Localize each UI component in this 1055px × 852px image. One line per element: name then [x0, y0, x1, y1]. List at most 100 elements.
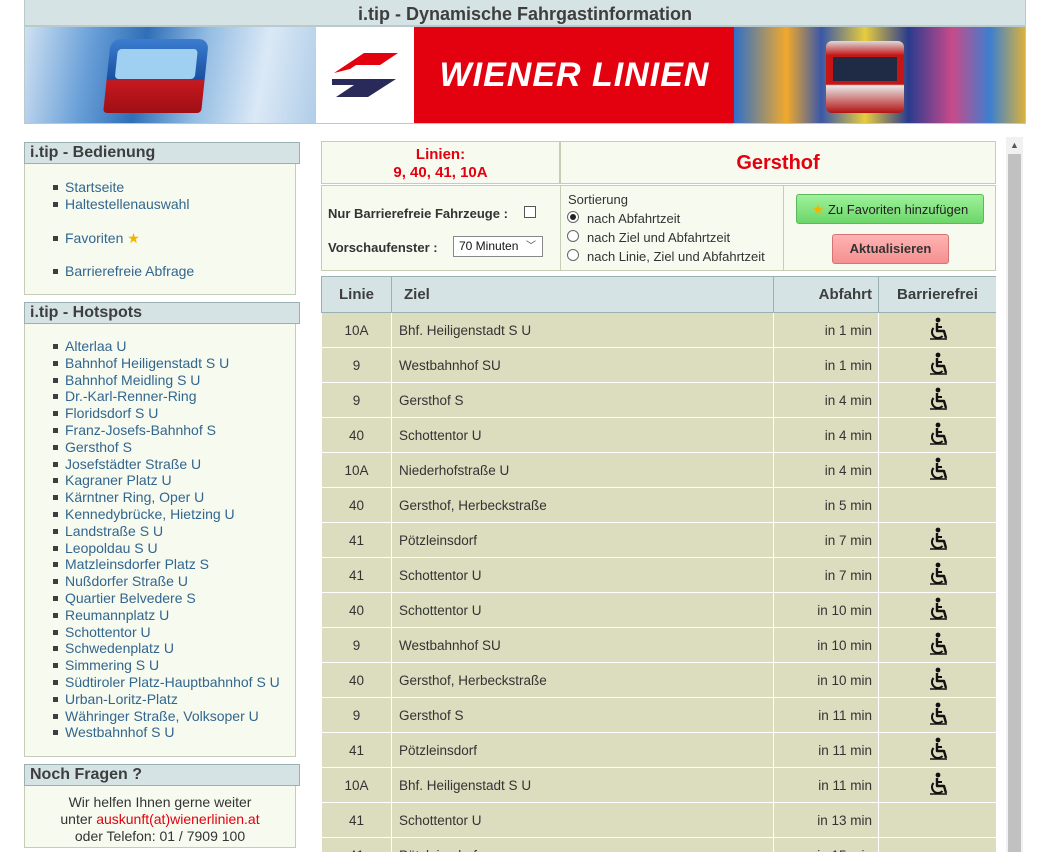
hotspot-link[interactable]: Dr.-Karl-Renner-Ring [25, 388, 295, 405]
cell-barrierefree [878, 592, 996, 628]
scroll-up-arrow-icon[interactable]: ▲ [1006, 137, 1023, 154]
nav-favoriten[interactable]: Favoriten ★ [25, 230, 295, 247]
table-row: 10A Niederhofstraße Uin 4 min [321, 452, 996, 488]
star-icon: ★ [127, 229, 140, 246]
hotspot-link[interactable]: Bahnhof Heiligenstadt S U [25, 355, 295, 372]
nav-barrierefreie-abfrage[interactable]: Barrierefreie Abfrage [25, 263, 295, 280]
cell-barrierefree [878, 487, 996, 523]
cell-line: 9 [321, 627, 392, 663]
help-line-1: Wir helfen Ihnen gerne weiter [68, 794, 252, 810]
header-ziel: Ziel [391, 276, 774, 313]
hotspot-link[interactable]: Franz-Josefs-Bahnhof S [25, 422, 295, 439]
table-row: 40 Gersthof, Herbeckstraße in 5 min [321, 487, 996, 523]
cell-destination: Pötzleinsdorf [391, 732, 774, 768]
hotspot-link[interactable]: Kennedybrücke, Hietzing U [25, 506, 295, 523]
cell-departure: in 15 min [773, 837, 879, 852]
sort-label-ziel: nach Ziel und Abfahrtzeit [587, 230, 731, 245]
add-favorite-button[interactable]: ★ Zu Favoriten hinzufügen [796, 194, 984, 224]
help-email-link[interactable]: auskunft(at)wienerlinien.at [96, 811, 259, 827]
table-row: 41Pötzleinsdorfin 15 min [321, 837, 996, 852]
cell-line: 41 [321, 837, 392, 852]
chevron-down-icon: ﹀ [526, 241, 536, 252]
cell-barrierefree [878, 522, 996, 558]
wheelchair-icon [927, 562, 949, 589]
wheelchair-icon [927, 387, 949, 414]
cell-barrierefree [878, 557, 996, 593]
cell-destination: Westbahnhof SU [391, 627, 774, 663]
nav-haltestellenauswahl[interactable]: Haltestellenauswahl [25, 196, 295, 213]
preview-select[interactable]: 70 Minuten ﹀ [453, 236, 543, 257]
table-row: 41 Schottentor Uin 13 min [321, 802, 996, 838]
star-icon: ★ [811, 201, 825, 217]
nav-startseite[interactable]: Startseite [25, 179, 295, 196]
brand-name: WIENER LINIEN [439, 56, 710, 94]
hotspot-link[interactable]: Landstraße S U [25, 523, 295, 540]
cell-line: 40 [321, 592, 392, 628]
hotspot-link[interactable]: Währinger Straße, Volksoper U [25, 708, 295, 725]
cell-destination: Schottentor U [391, 417, 774, 453]
hotspot-link[interactable]: Matzleinsdorfer Platz S [25, 556, 295, 573]
wheelchair-icon [927, 772, 949, 799]
add-favorite-label: Zu Favoriten hinzufügen [827, 202, 969, 217]
hotspot-link[interactable]: Gersthof S [25, 439, 295, 456]
cell-departure: in 10 min [773, 592, 879, 628]
hotspot-link[interactable]: Kärntner Ring, Oper U [25, 489, 295, 506]
sort-radio-linie[interactable] [567, 249, 579, 261]
lines-panel: Linien: 9, 40, 41, 10A [321, 141, 560, 184]
cell-destination: Schottentor U [391, 557, 774, 593]
sort-title: Sortierung [568, 192, 628, 207]
nav-favoriten-label: Favoriten [65, 229, 124, 246]
sort-radio-abfahrtzeit[interactable] [567, 211, 579, 223]
cell-barrierefree [878, 452, 996, 488]
hotspots-box: Alterlaa U Bahnhof Heiligenstadt S U Bahnh… [24, 324, 296, 757]
sort-radio-ziel[interactable] [567, 230, 579, 242]
cell-departure: in 10 min [773, 627, 879, 663]
hotspot-link[interactable]: Alterlaa U [25, 338, 295, 355]
hotspot-link[interactable]: Floridsdorf S U [25, 405, 295, 422]
cell-barrierefree [878, 417, 996, 453]
hotspot-link[interactable]: Schwedenplatz U [25, 640, 295, 657]
scrollbar[interactable]: ▲ [1006, 137, 1023, 852]
cell-line: 10A [321, 767, 392, 803]
cell-barrierefree [878, 837, 996, 852]
help-line-2-prefix: unter [60, 810, 93, 827]
cell-departure: in 1 min [773, 347, 879, 383]
table-row: 41 Schottentor Uin 7 min [321, 557, 996, 593]
cell-line: 9 [321, 697, 392, 733]
barrierfree-checkbox[interactable] [524, 206, 536, 218]
cell-departure: in 4 min [773, 417, 879, 453]
cell-destination: Schottentor U [391, 592, 774, 628]
cell-departure: in 5 min [773, 487, 879, 523]
table-row: 40 Schottentor Uin 4 min [321, 417, 996, 453]
wheelchair-icon [927, 352, 949, 379]
cell-line: 9 [321, 382, 392, 418]
preview-select-value: 70 Minuten [459, 239, 519, 253]
hotspot-link[interactable]: Kagraner Platz U [25, 472, 295, 489]
header-barrierefrei: Barrierefrei [878, 276, 996, 313]
stop-name: Gersthof [736, 152, 820, 174]
hotspot-link[interactable]: Leopoldau S U [25, 540, 295, 557]
cell-line: 9 [321, 347, 392, 383]
wheelchair-icon [927, 667, 949, 694]
hotspot-link[interactable]: Urban-Loritz-Platz [25, 691, 295, 708]
hotspot-link[interactable]: Reumannplatz U [25, 607, 295, 624]
control-box: Startseite Haltestellenauswahl Favoriten… [24, 164, 296, 295]
filter-panel: Nur Barrierefreie Fahrzeuge : Vorschaufe… [321, 185, 560, 271]
hotspot-link[interactable]: Westbahnhof S U [25, 724, 295, 741]
refresh-button[interactable]: Aktualisieren [832, 234, 949, 264]
cell-destination: Gersthof, Herbeckstraße [391, 662, 774, 698]
hotspot-link[interactable]: Bahnhof Meidling S U [25, 372, 295, 389]
control-box-title: i.tip - Bedienung [24, 142, 300, 164]
hotspot-link[interactable]: Südtiroler Platz-Hauptbahnhof S U [25, 674, 295, 691]
cell-departure: in 11 min [773, 767, 879, 803]
wheelchair-icon [927, 317, 949, 344]
cell-barrierefree [878, 732, 996, 768]
cell-line: 40 [321, 417, 392, 453]
table-row: 40 Gersthof, Herbeckstraße in 10 min [321, 662, 996, 698]
hotspot-link[interactable]: Schottentor U [25, 624, 295, 641]
hotspot-link[interactable]: Josefstädter Straße U [25, 456, 295, 473]
hotspot-link[interactable]: Nußdorfer Straße U [25, 573, 295, 590]
scrollbar-thumb[interactable] [1008, 154, 1021, 852]
hotspot-link[interactable]: Simmering S U [25, 657, 295, 674]
hotspot-link[interactable]: Quartier Belvedere S [25, 590, 295, 607]
